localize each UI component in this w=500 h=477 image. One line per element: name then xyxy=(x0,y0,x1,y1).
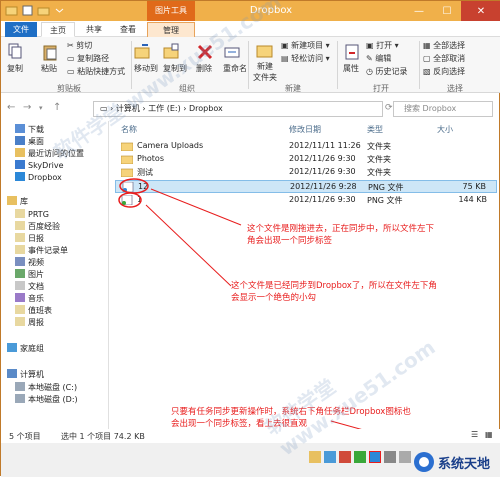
status-bar: 5 个项目 选中 1 个项目 74.2 KB ☰ ▦ xyxy=(1,429,500,443)
network-icon[interactable] xyxy=(384,451,396,463)
annotation-synced: 这个文件是已经同步到Dropbox了，所以在文件左下角 会显示一个绝色的小勾 xyxy=(231,281,437,303)
tray-app-icon[interactable] xyxy=(324,451,336,463)
large-icons-view-icon[interactable]: ▦ xyxy=(485,430,493,439)
dropbox-tray-icon[interactable] xyxy=(369,451,381,463)
selection-info: 选中 1 个项目 74.2 KB xyxy=(61,432,145,441)
annotation-circle xyxy=(118,192,142,208)
logo-text: 系统天地 xyxy=(438,456,491,472)
volume-icon[interactable] xyxy=(399,451,411,463)
item-count: 5 个项目 xyxy=(9,432,41,441)
explorer-window: 图片工具 Dropbox — ☐ ✕ 文件 主页 共享 查看 管理 复制 粘贴 … xyxy=(0,0,500,477)
tray-app-icon[interactable] xyxy=(309,451,321,463)
annotation-arrow xyxy=(145,204,232,287)
annotation-taskbar: 只要有任务同步更新操作时，系统右下角任务栏Dropbox图标也 会出现一个同步标… xyxy=(171,407,411,429)
tray-app-icon[interactable] xyxy=(354,451,366,463)
tray-app-icon[interactable] xyxy=(339,451,351,463)
details-view-icon[interactable]: ☰ xyxy=(471,430,478,439)
logo-icon xyxy=(414,452,434,472)
system-tray xyxy=(309,451,411,463)
annotation-circle xyxy=(119,178,149,194)
site-logo: 系统天地 xyxy=(413,449,499,475)
annotation-arrow xyxy=(150,188,242,226)
annotation-syncing: 这个文件是刚拖进去，正在同步中，所以文件左下 角会出现一个同步标签 xyxy=(247,224,435,246)
